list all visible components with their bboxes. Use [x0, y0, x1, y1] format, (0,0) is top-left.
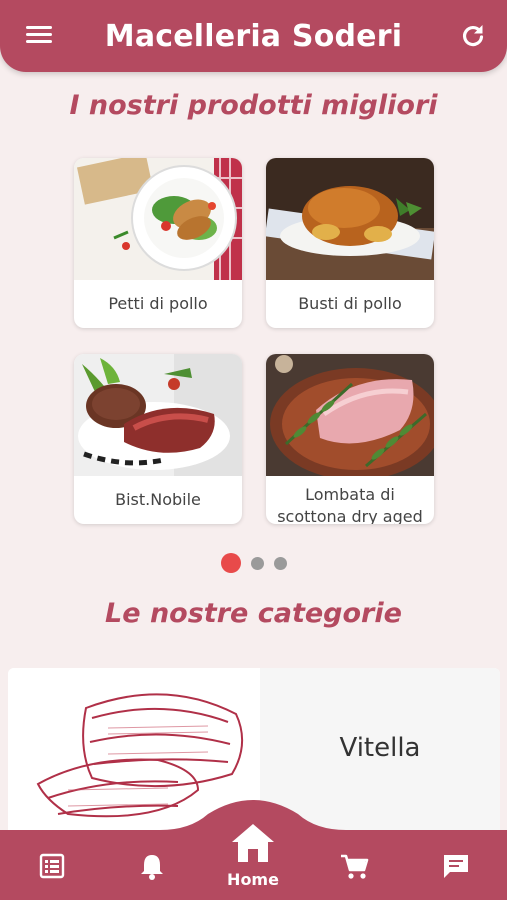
- list-icon[interactable]: [32, 848, 72, 884]
- bell-icon[interactable]: [132, 848, 172, 884]
- carousel-pagination: [0, 553, 507, 573]
- product-label: Busti di pollo: [298, 294, 402, 313]
- pagination-dot[interactable]: [220, 553, 241, 573]
- product-card-lombata-di-scottona[interactable]: Lombata di scottona dry aged: [266, 354, 434, 524]
- refresh-icon[interactable]: [457, 20, 489, 52]
- pagination-dot[interactable]: [250, 556, 264, 570]
- categories-section-title: Le nostre categorie: [105, 598, 402, 629]
- product-image: [266, 158, 434, 280]
- pagination-dot[interactable]: [273, 556, 287, 570]
- category-label: Vitella: [339, 733, 421, 763]
- app-header: Macelleria Soderi: [0, 0, 507, 72]
- cart-icon[interactable]: [334, 848, 374, 884]
- home-nav-button[interactable]: Home: [218, 822, 288, 898]
- product-image: [74, 158, 242, 280]
- product-card-busti-di-pollo[interactable]: Busti di pollo: [266, 158, 434, 328]
- hamburger-menu-icon[interactable]: [22, 22, 56, 50]
- product-label: Lombata di scottona dry aged: [277, 485, 423, 524]
- home-icon: [232, 824, 274, 862]
- chat-icon[interactable]: [436, 848, 476, 884]
- product-card-petti-di-pollo[interactable]: Petti di pollo: [74, 158, 242, 328]
- home-nav-label: Home: [227, 870, 279, 889]
- product-label: Petti di pollo: [108, 294, 208, 313]
- product-image: [74, 354, 242, 476]
- product-card-bist-nobile[interactable]: Bist.Nobile: [74, 354, 242, 524]
- products-section-title: I nostri prodotti migliori: [69, 90, 438, 121]
- app-title: Macelleria Soderi: [104, 18, 403, 54]
- product-label: Bist.Nobile: [115, 490, 201, 509]
- product-image: [266, 354, 434, 476]
